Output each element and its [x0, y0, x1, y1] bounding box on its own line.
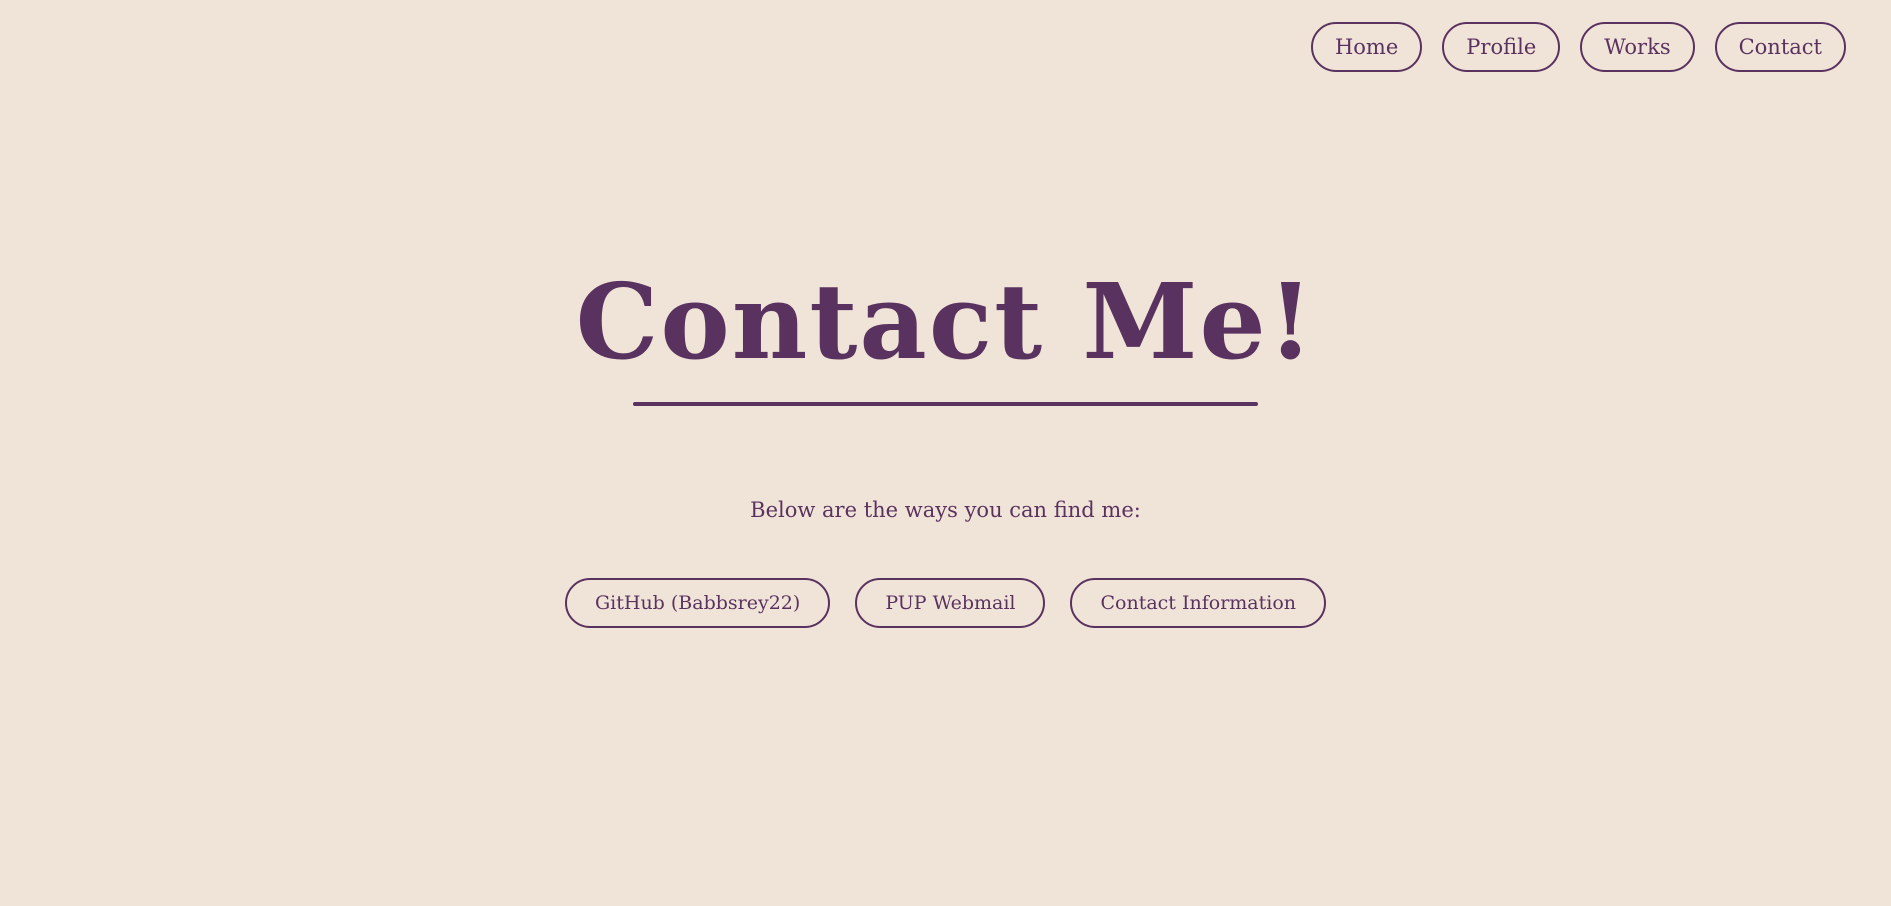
nav-contact-button[interactable]: Contact	[1714, 22, 1846, 72]
top-nav: Home Profile Works Contact	[1310, 22, 1846, 72]
nav-profile-button[interactable]: Profile	[1442, 22, 1561, 72]
contact-links: GitHub (Babbsrey22) PUP Webmail Contact …	[0, 578, 1891, 628]
page-subtitle: Below are the ways you can find me:	[750, 498, 1141, 522]
contact-information-button[interactable]: Contact Information	[1070, 578, 1327, 628]
github-link-button[interactable]: GitHub (Babbsrey22)	[564, 578, 831, 628]
page-title: Contact Me!	[575, 260, 1316, 383]
nav-home-button[interactable]: Home	[1310, 22, 1423, 72]
pup-webmail-button[interactable]: PUP Webmail	[855, 578, 1046, 628]
title-underline	[633, 402, 1258, 406]
nav-works-button[interactable]: Works	[1580, 22, 1695, 72]
hero-section: Contact Me!	[0, 270, 1891, 406]
